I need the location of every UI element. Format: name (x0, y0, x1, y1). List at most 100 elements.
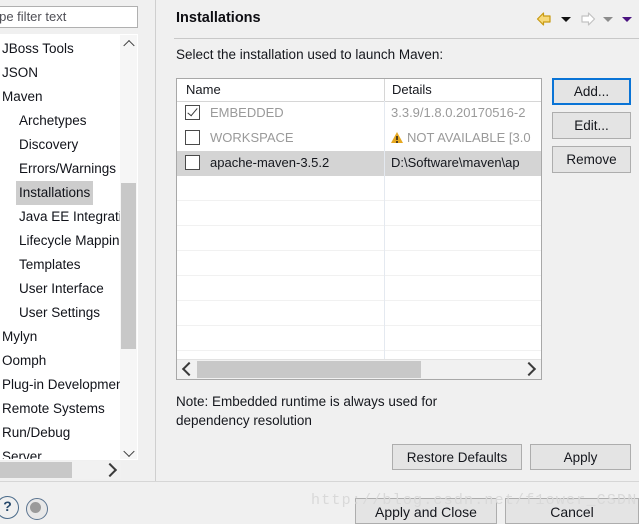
view-menu-chevron-down-icon[interactable] (619, 11, 635, 27)
sidebar-item-archetypes[interactable]: Archetypes (0, 109, 122, 133)
table-row[interactable]: EMBEDDED 3.3.9/1.8.0.20170516-2 (177, 101, 541, 126)
sidebar-item-discovery[interactable]: Discovery (0, 133, 122, 157)
row-checkbox[interactable] (185, 155, 200, 170)
progress-indicator-icon[interactable] (26, 498, 48, 520)
sidebar-item-label: Maven (2, 89, 43, 104)
scroll-up-button[interactable] (120, 35, 137, 52)
sidebar-item-plug-in-development[interactable]: Plug-in Development (0, 373, 122, 397)
table-header-row: Name Details (177, 79, 541, 102)
preferences-dialog: JBoss Tools JSON Maven Archetypes Discovery E… (0, 0, 639, 524)
back-history-chevron-down-icon[interactable] (558, 11, 574, 27)
chevron-down-icon (122, 445, 135, 457)
preferences-tree[interactable]: JBoss Tools JSON Maven Archetypes Discovery E… (0, 34, 138, 460)
scrollbar-thumb[interactable] (197, 361, 421, 378)
sidebar-item-label: Lifecycle Mappings (19, 233, 122, 248)
table-row-empty (177, 201, 541, 226)
chevron-right-icon (102, 462, 118, 478)
sidebar-item-label: Mylyn (2, 329, 38, 344)
tree-item-list: JBoss Tools JSON Maven Archetypes Discovery E… (0, 37, 122, 460)
column-divider-body (384, 101, 385, 359)
cell-name: WORKSPACE (210, 130, 294, 145)
chevron-right-icon (521, 361, 537, 377)
sidebar-item-label: Server (2, 449, 42, 460)
sidebar-item-label: Installations (16, 181, 94, 205)
sidebar-item-json[interactable]: JSON (0, 61, 122, 85)
sidebar-item-label: Oomph (2, 353, 47, 368)
cell-name: apache-maven-3.5.2 (210, 155, 330, 170)
row-checkbox[interactable] (185, 105, 200, 120)
remove-button[interactable]: Remove (552, 146, 631, 173)
sidebar-item-maven[interactable]: Maven (0, 85, 122, 109)
scroll-down-button[interactable] (120, 444, 137, 459)
cell-details: NOT AVAILABLE [3.0 (391, 126, 541, 150)
apply-button[interactable]: Apply (530, 444, 631, 470)
filter-text-box[interactable] (0, 6, 138, 28)
sidebar-item-label: Java EE Integration (19, 209, 122, 224)
sidebar-item-label: Run/Debug (2, 425, 71, 440)
column-divider[interactable] (384, 79, 385, 101)
sidebar-item-label: Remote Systems (2, 401, 105, 416)
sidebar-item-jboss-tools[interactable]: JBoss Tools (0, 37, 122, 61)
cell-details: D:\Software\maven\ap (391, 155, 520, 170)
sidebar-item-user-interface[interactable]: User Interface (0, 277, 122, 301)
edit-button[interactable]: Edit... (552, 112, 631, 139)
sidebar-item-label: Discovery (19, 137, 79, 152)
table-row-empty (177, 301, 541, 326)
sidebar-item-server[interactable]: Server (0, 445, 122, 460)
table-row[interactable]: apache-maven-3.5.2 D:\Software\maven\ap (177, 151, 541, 176)
column-header-name[interactable]: Name (186, 82, 221, 97)
sidebar-item-oomph[interactable]: Oomph (0, 349, 122, 373)
column-header-details[interactable]: Details (392, 82, 432, 97)
page-header: Installations (168, 0, 639, 39)
page-navigation-toolbar (535, 11, 635, 27)
cell-details-text: NOT AVAILABLE [3.0 (407, 130, 531, 145)
sidebar-item-java-ee-integration[interactable]: Java EE Integration (0, 205, 122, 229)
sidebar-item-remote-systems[interactable]: Remote Systems (0, 397, 122, 421)
cell-name: EMBEDDED (210, 105, 284, 120)
sidebar-item-user-settings[interactable]: User Settings (0, 301, 122, 325)
table-row-empty (177, 226, 541, 251)
installations-page: Installations Select the installation us… (168, 0, 639, 481)
table-row[interactable]: WORKSPACE NOT AVAILABLE [3.0 (177, 126, 541, 151)
checkmark-icon (187, 105, 198, 117)
chevron-up-icon (122, 39, 135, 51)
row-checkbox[interactable] (185, 130, 200, 145)
sidebar-item-label: Templates (19, 257, 81, 272)
tree-horizontal-scrollbar[interactable] (0, 461, 121, 479)
table-row-empty (177, 176, 541, 201)
scroll-right-button[interactable] (521, 360, 541, 378)
sidebar-item-installations[interactable]: Installations (0, 181, 122, 205)
progress-indicator-inner (30, 502, 41, 513)
sidebar-item-mylyn[interactable]: Mylyn (0, 325, 122, 349)
sidebar-item-lifecycle-mappings[interactable]: Lifecycle Mappings (0, 229, 122, 253)
scrollbar-thumb[interactable] (0, 462, 72, 478)
cancel-button[interactable]: Cancel (505, 498, 639, 524)
search-input[interactable] (0, 9, 135, 24)
apply-and-close-button[interactable]: Apply and Close (355, 498, 497, 524)
table-body: EMBEDDED 3.3.9/1.8.0.20170516-2 WORKSPACE N… (177, 101, 541, 376)
page-title: Installations (176, 10, 261, 26)
add-button[interactable]: Add... (552, 78, 631, 105)
sidebar-item-label: Archetypes (19, 113, 87, 128)
scrollbar-thumb[interactable] (121, 183, 136, 349)
instruction-label: Select the installation used to launch M… (176, 47, 444, 62)
tree-vertical-scrollbar[interactable] (120, 35, 137, 459)
cell-details: 3.3.9/1.8.0.20170516-2 (391, 105, 526, 120)
table-row-empty (177, 276, 541, 301)
installations-table[interactable]: Name Details EMBEDDED 3.3.9/1.8.0.2017051… (176, 78, 542, 380)
forward-arrow-icon[interactable] (577, 11, 597, 27)
table-row-empty (177, 326, 541, 351)
sidebar-item-errors-warnings[interactable]: Errors/Warnings (0, 157, 122, 181)
restore-defaults-button[interactable]: Restore Defaults (392, 444, 522, 470)
header-divider (174, 38, 639, 39)
sidebar-item-run-debug[interactable]: Run/Debug (0, 421, 122, 445)
table-horizontal-scrollbar[interactable] (177, 359, 541, 379)
warning-icon (391, 132, 403, 143)
sidebar-item-templates[interactable]: Templates (0, 253, 122, 277)
scroll-left-button[interactable] (177, 360, 197, 378)
back-arrow-icon[interactable] (535, 11, 555, 27)
forward-history-chevron-down-icon[interactable] (600, 11, 616, 27)
scroll-right-button[interactable] (102, 461, 121, 479)
sidebar-item-label: JBoss Tools (2, 41, 74, 56)
panel-divider (153, 0, 156, 481)
